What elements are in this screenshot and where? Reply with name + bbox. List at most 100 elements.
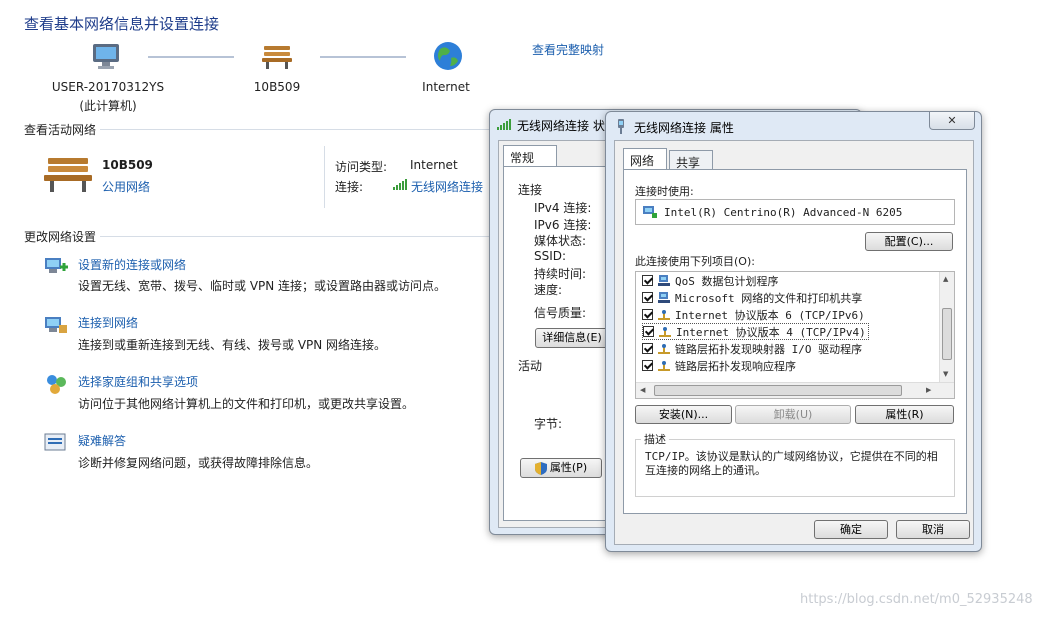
connection-label: 连接: [335, 180, 364, 194]
internet-label: Internet [422, 80, 470, 94]
list-item[interactable]: Microsoft 网络的文件和打印机共享 [642, 289, 862, 306]
globe-icon [432, 40, 464, 72]
item-label: 链路层拓扑发现映射器 I/O 驱动程序 [675, 342, 863, 356]
list-item-selected[interactable]: Internet 协议版本 4 (TCP/IPv4) [642, 323, 869, 340]
item-label: Internet 协议版本 4 (TCP/IPv4) [676, 325, 866, 339]
protocol-icon [658, 326, 672, 338]
network-client-icon [657, 291, 671, 304]
map-connector [148, 56, 234, 58]
protocol-icon [657, 360, 671, 372]
new-connection-icon [43, 254, 69, 278]
network-type-link[interactable]: 公用网络 [102, 178, 150, 195]
task-link-new-connection[interactable]: 设置新的连接或网络 [78, 256, 186, 273]
group-activity-label: 活动 [518, 359, 543, 373]
properties-dialog-title: 无线网络连接 属性 [634, 121, 734, 135]
connect-using-label: 连接时使用: [635, 185, 694, 198]
change-settings-heading: 更改网络设置 [24, 230, 97, 244]
task-desc: 诊断并修复网络问题，或获得故障排除信息。 [78, 456, 319, 470]
troubleshoot-icon [43, 431, 69, 455]
network-name-map: 10B509 [253, 80, 301, 94]
task-link-connect[interactable]: 连接到网络 [78, 314, 138, 331]
properties-dialog: 无线网络连接 属性 ✕ 网络 共享 连接时使用: Intel(R) Centri… [605, 111, 982, 552]
tab-general[interactable]: 常规 [503, 145, 557, 167]
item-checkbox[interactable] [643, 326, 654, 337]
install-button[interactable]: 安装(N)... [635, 405, 732, 424]
scroll-thumb[interactable] [942, 308, 952, 360]
shield-icon [534, 461, 547, 475]
status-row: 媒体状态: [534, 234, 587, 248]
protocol-icon [657, 309, 671, 321]
adapter-box: Intel(R) Centrino(R) Advanced-N 6205 [635, 199, 955, 225]
section-divider [100, 129, 500, 130]
task-link-homegroup[interactable]: 选择家庭组和共享选项 [78, 373, 198, 390]
wifi-title-icon [497, 119, 511, 130]
view-full-map-link[interactable]: 查看完整映射 [532, 41, 604, 58]
status-row: 持续时间: [534, 267, 587, 281]
scroll-up-icon[interactable]: ▲ [943, 275, 948, 283]
item-checkbox[interactable] [642, 292, 653, 303]
protocol-icon [657, 343, 671, 355]
signal-quality-label: 信号质量: [534, 306, 587, 320]
status-row: SSID: [534, 249, 567, 263]
hscroll-thumb[interactable] [654, 385, 902, 396]
configure-button[interactable]: 配置(C)... [865, 232, 953, 251]
status-properties-button[interactable]: 属性(P) [520, 458, 602, 478]
list-item[interactable]: 链路层拓扑发现响应程序 [642, 357, 796, 374]
tab-sharing[interactable]: 共享 [669, 150, 713, 170]
item-properties-button[interactable]: 属性(R) [855, 405, 954, 424]
status-dialog-title: 无线网络连接 状 [517, 119, 605, 133]
list-item[interactable]: QoS 数据包计划程序 [642, 272, 779, 289]
list-item[interactable]: Internet 协议版本 6 (TCP/IPv6) [642, 306, 865, 323]
close-button[interactable]: ✕ [929, 112, 975, 130]
details-button[interactable]: 详细信息(E) [535, 328, 609, 348]
network-panel: 连接时使用: Intel(R) Centrino(R) Advanced-N 6… [623, 169, 967, 514]
computer-icon [90, 42, 122, 70]
item-label: Internet 协议版本 6 (TCP/IPv6) [675, 308, 865, 322]
tab-network[interactable]: 网络 [623, 148, 667, 170]
cancel-button[interactable]: 取消 [896, 520, 970, 539]
active-networks-heading: 查看活动网络 [24, 123, 97, 137]
network-adapter-title-icon [614, 119, 628, 134]
active-network-name: 10B509 [102, 158, 153, 172]
vertical-scrollbar[interactable]: ▲ ▼ [939, 272, 954, 382]
item-checkbox[interactable] [642, 360, 653, 371]
access-type-value: Internet [410, 158, 458, 172]
page-title: 查看基本网络信息并设置连接 [24, 15, 220, 33]
network-bench-icon [42, 154, 94, 194]
adapter-name: Intel(R) Centrino(R) Advanced-N 6205 [664, 205, 903, 219]
properties-dialog-body: 网络 共享 连接时使用: Intel(R) Centrino(R) Advanc… [614, 140, 974, 545]
status-row: IPv4 连接: [534, 201, 592, 215]
vertical-divider [324, 146, 325, 208]
homegroup-icon [43, 372, 69, 396]
item-label: 链路层拓扑发现响应程序 [675, 359, 796, 373]
watermark: https://blog.csdn.net/m0_52935248 [800, 592, 1033, 607]
description-label: 描述 [641, 431, 669, 447]
network-client-icon [657, 274, 671, 287]
ok-button[interactable]: 确定 [814, 520, 888, 539]
scroll-right-icon[interactable]: ▶ [926, 386, 931, 394]
task-link-troubleshoot[interactable]: 疑难解答 [78, 432, 126, 449]
scroll-left-icon[interactable]: ◀ [640, 386, 645, 394]
item-checkbox[interactable] [642, 309, 653, 320]
task-desc: 连接到或重新连接到无线、有线、拨号或 VPN 网络连接。 [78, 338, 387, 352]
components-list[interactable]: QoS 数据包计划程序 Microsoft 网络的文件和打印机共享 Intern… [635, 271, 955, 399]
status-row: IPv6 连接: [534, 218, 592, 232]
section-divider [100, 236, 500, 237]
list-item[interactable]: 链路层拓扑发现映射器 I/O 驱动程序 [642, 340, 862, 357]
connection-link[interactable]: 无线网络连接 [411, 178, 483, 195]
adapter-icon [642, 205, 658, 219]
map-connector [320, 56, 406, 58]
horizontal-scrollbar[interactable]: ◀ ▶ [636, 382, 954, 398]
item-label: QoS 数据包计划程序 [675, 274, 779, 288]
item-checkbox[interactable] [642, 343, 653, 354]
status-properties-label: 属性(P) [549, 461, 588, 474]
items-label: 此连接使用下列项目(O): [635, 255, 755, 268]
bench-icon [260, 42, 294, 70]
item-checkbox[interactable] [642, 275, 653, 286]
description-text: TCP/IP。该协议是默认的广域网络协议，它提供在不同的相互连接的网络上的通讯。 [645, 450, 938, 477]
scroll-down-icon[interactable]: ▼ [943, 370, 948, 378]
access-type-label: 访问类型: [335, 160, 388, 174]
item-label: Microsoft 网络的文件和打印机共享 [675, 291, 863, 305]
uninstall-button[interactable]: 卸载(U) [735, 405, 851, 424]
group-connection-label: 连接 [518, 183, 543, 197]
